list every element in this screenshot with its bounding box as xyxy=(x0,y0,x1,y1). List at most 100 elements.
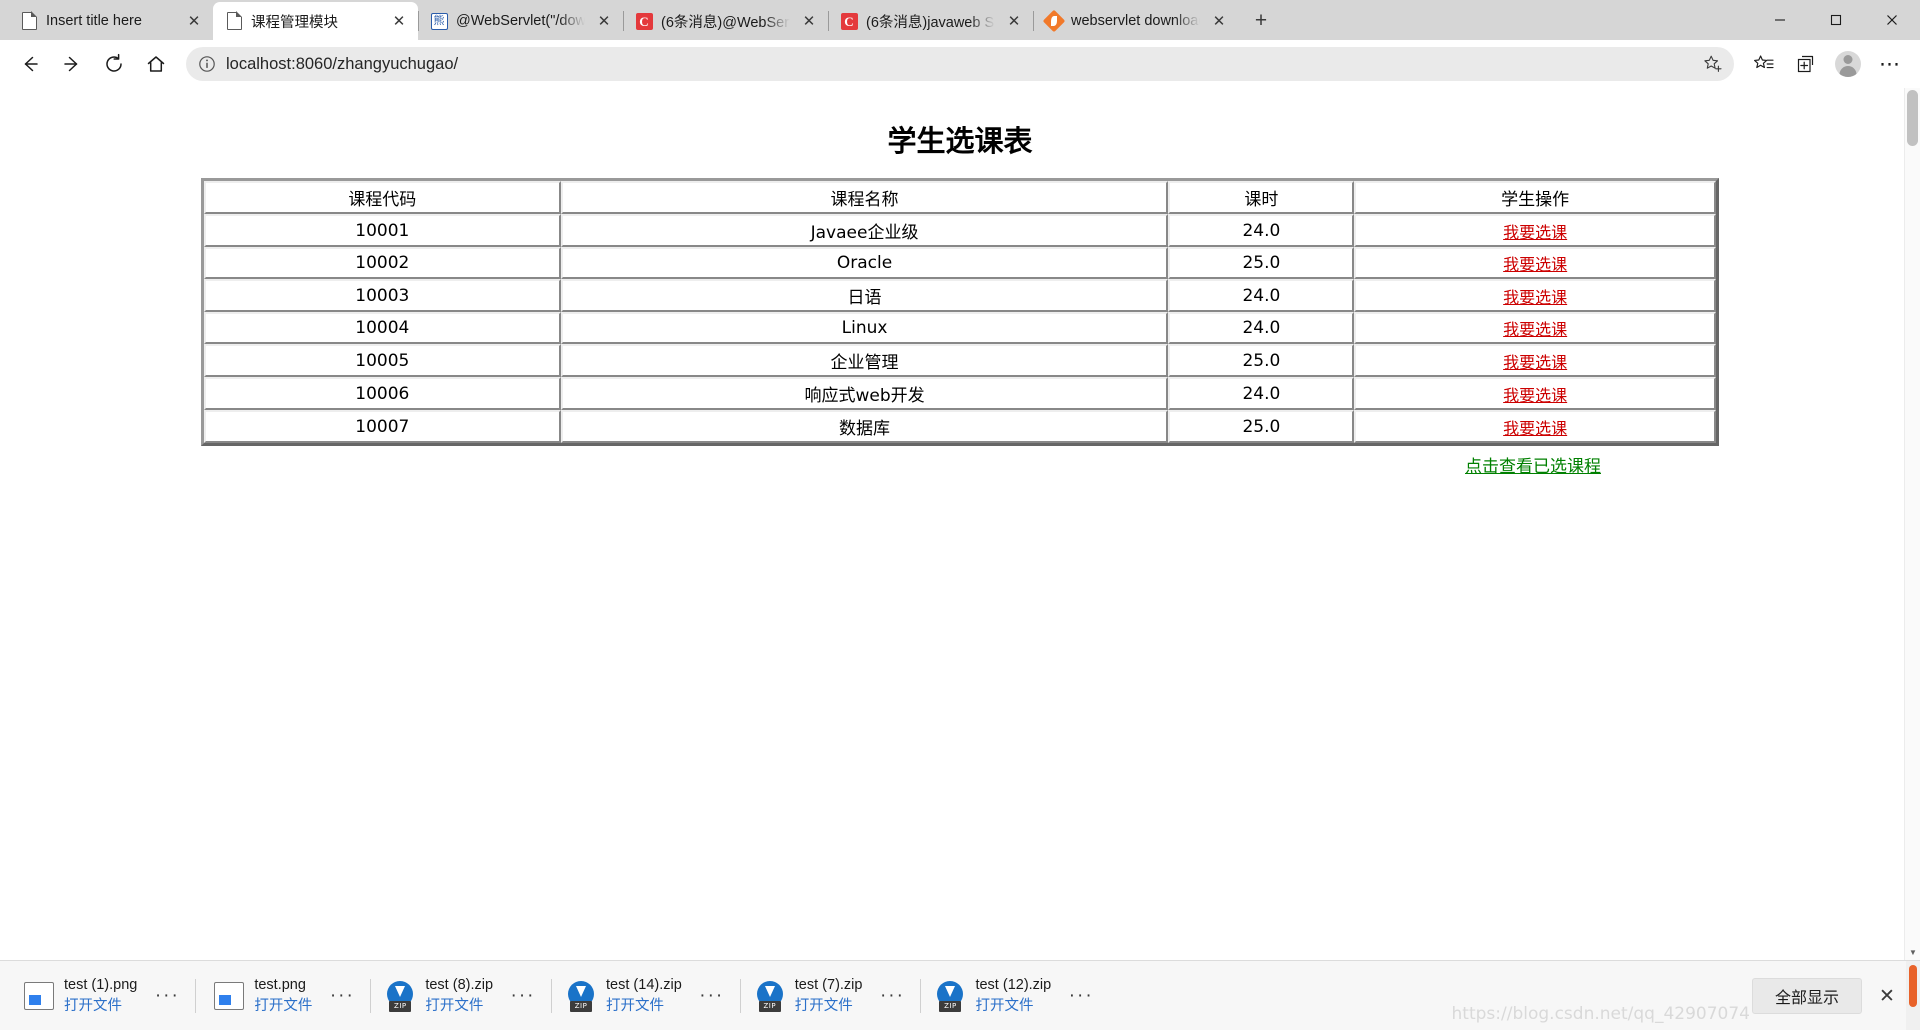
select-course-link[interactable]: 我要选课 xyxy=(1503,288,1567,307)
forward-button[interactable] xyxy=(52,45,92,83)
open-file-link[interactable]: 打开文件 xyxy=(64,997,137,1015)
new-tab-button[interactable]: + xyxy=(1244,5,1278,37)
cell-code: 10007 xyxy=(204,410,561,443)
download-bar: test (1).png 打开文件 ··· test.png 打开文件 ··· ZIP tes… xyxy=(0,960,1920,1030)
table-row: 10006 响应式web开发 24.0 我要选课 xyxy=(204,377,1716,410)
maximize-button[interactable] xyxy=(1808,0,1864,40)
back-arrow-icon xyxy=(24,56,38,72)
tab-close-button[interactable]: ✕ xyxy=(183,10,205,32)
window-scrollbar-thumb[interactable] xyxy=(1909,965,1917,1007)
cell-code: 10005 xyxy=(204,344,561,377)
profile-button[interactable] xyxy=(1828,45,1868,83)
csdn-icon: C xyxy=(635,12,653,30)
browser-tab[interactable]: 课程管理模块 ✕ xyxy=(213,2,418,40)
url-text[interactable]: localhost:8060/zhangyuchugao/ xyxy=(226,55,1694,74)
tab-close-button[interactable]: ✕ xyxy=(593,10,615,32)
page-scrollbar[interactable]: ▲ ▼ xyxy=(1904,88,1920,960)
download-more-button[interactable]: ··· xyxy=(1059,976,1103,1016)
tab-close-button[interactable]: ✕ xyxy=(388,10,410,32)
browser-tab[interactable]: Insert title here ✕ xyxy=(8,2,213,40)
tab-separator xyxy=(623,11,624,31)
browser-tab[interactable]: C (6条消息)javaweb Servlet--实 ✕ xyxy=(828,2,1033,40)
collections-button[interactable] xyxy=(1744,45,1784,83)
browser-toolbar: localhost:8060/zhangyuchugao/ ⋯ xyxy=(0,40,1920,88)
open-file-link[interactable]: 打开文件 xyxy=(795,997,863,1015)
download-item[interactable]: ZIP test (7).zip 打开文件 xyxy=(741,968,865,1024)
table-row: 10002 Oracle 25.0 我要选课 xyxy=(204,247,1716,279)
download-bar-actions: 全部显示 ✕ xyxy=(1752,961,1902,1030)
table-header-cell: 课时 xyxy=(1168,181,1355,214)
cell-code: 10002 xyxy=(204,247,561,279)
address-bar[interactable]: localhost:8060/zhangyuchugao/ xyxy=(186,47,1734,81)
table-row: 10007 数据库 25.0 我要选课 xyxy=(204,410,1716,443)
page-viewport: 学生选课表 课程代码 课程名称 课时 学生操作 10001 Javaee企业级 24.0 我要… xyxy=(0,88,1920,960)
download-more-button[interactable]: ··· xyxy=(870,976,914,1016)
tab-close-button[interactable]: ✕ xyxy=(1208,10,1230,32)
cell-code: 10001 xyxy=(204,214,561,247)
select-course-link[interactable]: 我要选课 xyxy=(1503,255,1567,274)
window-controls xyxy=(1752,0,1920,40)
browser-tab[interactable]: webservlet download | Source ✕ xyxy=(1033,2,1238,40)
home-button[interactable] xyxy=(136,45,176,83)
close-download-bar-button[interactable]: ✕ xyxy=(1872,981,1902,1011)
table-row: 10003 日语 24.0 我要选课 xyxy=(204,279,1716,312)
refresh-button[interactable] xyxy=(94,45,134,83)
browser-tab[interactable]: 熊 @WebServlet("/download")_ ✕ xyxy=(418,2,623,40)
select-course-link[interactable]: 我要选课 xyxy=(1503,353,1567,372)
tab-close-button[interactable]: ✕ xyxy=(798,10,820,32)
download-item[interactable]: test.png 打开文件 xyxy=(196,968,314,1024)
window-scrollbar[interactable] xyxy=(1906,961,1920,1030)
download-item[interactable]: ZIP test (12).zip 打开文件 xyxy=(921,968,1053,1024)
favorite-star-icon[interactable] xyxy=(1702,53,1724,75)
download-file-name: test (1).png xyxy=(64,977,138,994)
open-file-link[interactable]: 打开文件 xyxy=(254,997,312,1015)
minimize-button[interactable] xyxy=(1752,0,1808,40)
browser-tab[interactable]: C (6条消息)@WebServlet的使用 ✕ xyxy=(623,2,828,40)
scrollbar-thumb[interactable] xyxy=(1907,90,1918,146)
download-more-button[interactable]: ··· xyxy=(320,976,364,1016)
select-course-link[interactable]: 我要选课 xyxy=(1503,419,1567,438)
download-more-button[interactable]: ··· xyxy=(145,976,189,1016)
cell-code: 10006 xyxy=(204,377,561,410)
browser-window: Insert title here ✕ 课程管理模块 ✕ 熊 @WebServlet("/… xyxy=(0,0,1920,1030)
cell-name: Oracle xyxy=(560,247,1169,279)
show-all-downloads-button[interactable]: 全部显示 xyxy=(1752,978,1862,1014)
cell-name: 数据库 xyxy=(560,410,1169,443)
tab-actions-button[interactable] xyxy=(1786,45,1826,83)
cell-action: 我要选课 xyxy=(1354,377,1716,410)
download-file-name: test (7).zip xyxy=(794,977,863,994)
download-item[interactable]: test (1).png 打开文件 xyxy=(6,968,139,1024)
tab-strip: Insert title here ✕ 课程管理模块 ✕ 熊 @WebServlet("/… xyxy=(0,0,1920,40)
tab-close-button[interactable]: ✕ xyxy=(1003,10,1025,32)
home-icon xyxy=(147,56,165,72)
scroll-down-arrow[interactable]: ▼ xyxy=(1905,944,1920,960)
view-selected-row: 点击查看已选课程 xyxy=(201,452,1719,477)
view-selected-courses-link[interactable]: 点击查看已选课程 xyxy=(1465,457,1601,476)
cell-hours: 25.0 xyxy=(1168,410,1355,443)
settings-menu-button[interactable]: ⋯ xyxy=(1870,45,1910,83)
cell-action: 我要选课 xyxy=(1354,214,1716,247)
download-item[interactable]: ZIP test (8).zip 打开文件 xyxy=(371,968,495,1024)
download-item[interactable]: ZIP test (14).zip 打开文件 xyxy=(552,968,684,1024)
open-file-link[interactable]: 打开文件 xyxy=(606,997,682,1015)
window-close-button[interactable] xyxy=(1864,0,1920,40)
cell-hours: 25.0 xyxy=(1168,344,1355,377)
select-course-link[interactable]: 我要选课 xyxy=(1503,320,1567,339)
select-course-link[interactable]: 我要选课 xyxy=(1503,386,1567,405)
download-more-button[interactable]: ··· xyxy=(501,976,545,1016)
back-button[interactable] xyxy=(10,45,50,83)
table-header-cell: 课程名称 xyxy=(560,181,1169,214)
watermark-text: https://blog.csdn.net/qq_42907074 xyxy=(1451,1004,1750,1024)
open-file-link[interactable]: 打开文件 xyxy=(425,997,493,1015)
close-icon xyxy=(1887,15,1897,25)
site-info-icon[interactable] xyxy=(196,53,218,75)
refresh-icon xyxy=(106,53,122,72)
forward-arrow-icon xyxy=(64,56,78,72)
open-file-link[interactable]: 打开文件 xyxy=(975,997,1051,1015)
download-more-button[interactable]: ··· xyxy=(690,976,734,1016)
table-header-cell: 课程代码 xyxy=(204,181,561,214)
download-text: test.png 打开文件 xyxy=(254,976,312,1014)
course-table-wrapper: 课程代码 课程名称 课时 学生操作 10001 Javaee企业级 24.0 我要选课 1000… xyxy=(201,178,1719,446)
cell-action: 我要选课 xyxy=(1354,410,1716,443)
select-course-link[interactable]: 我要选课 xyxy=(1503,223,1567,242)
